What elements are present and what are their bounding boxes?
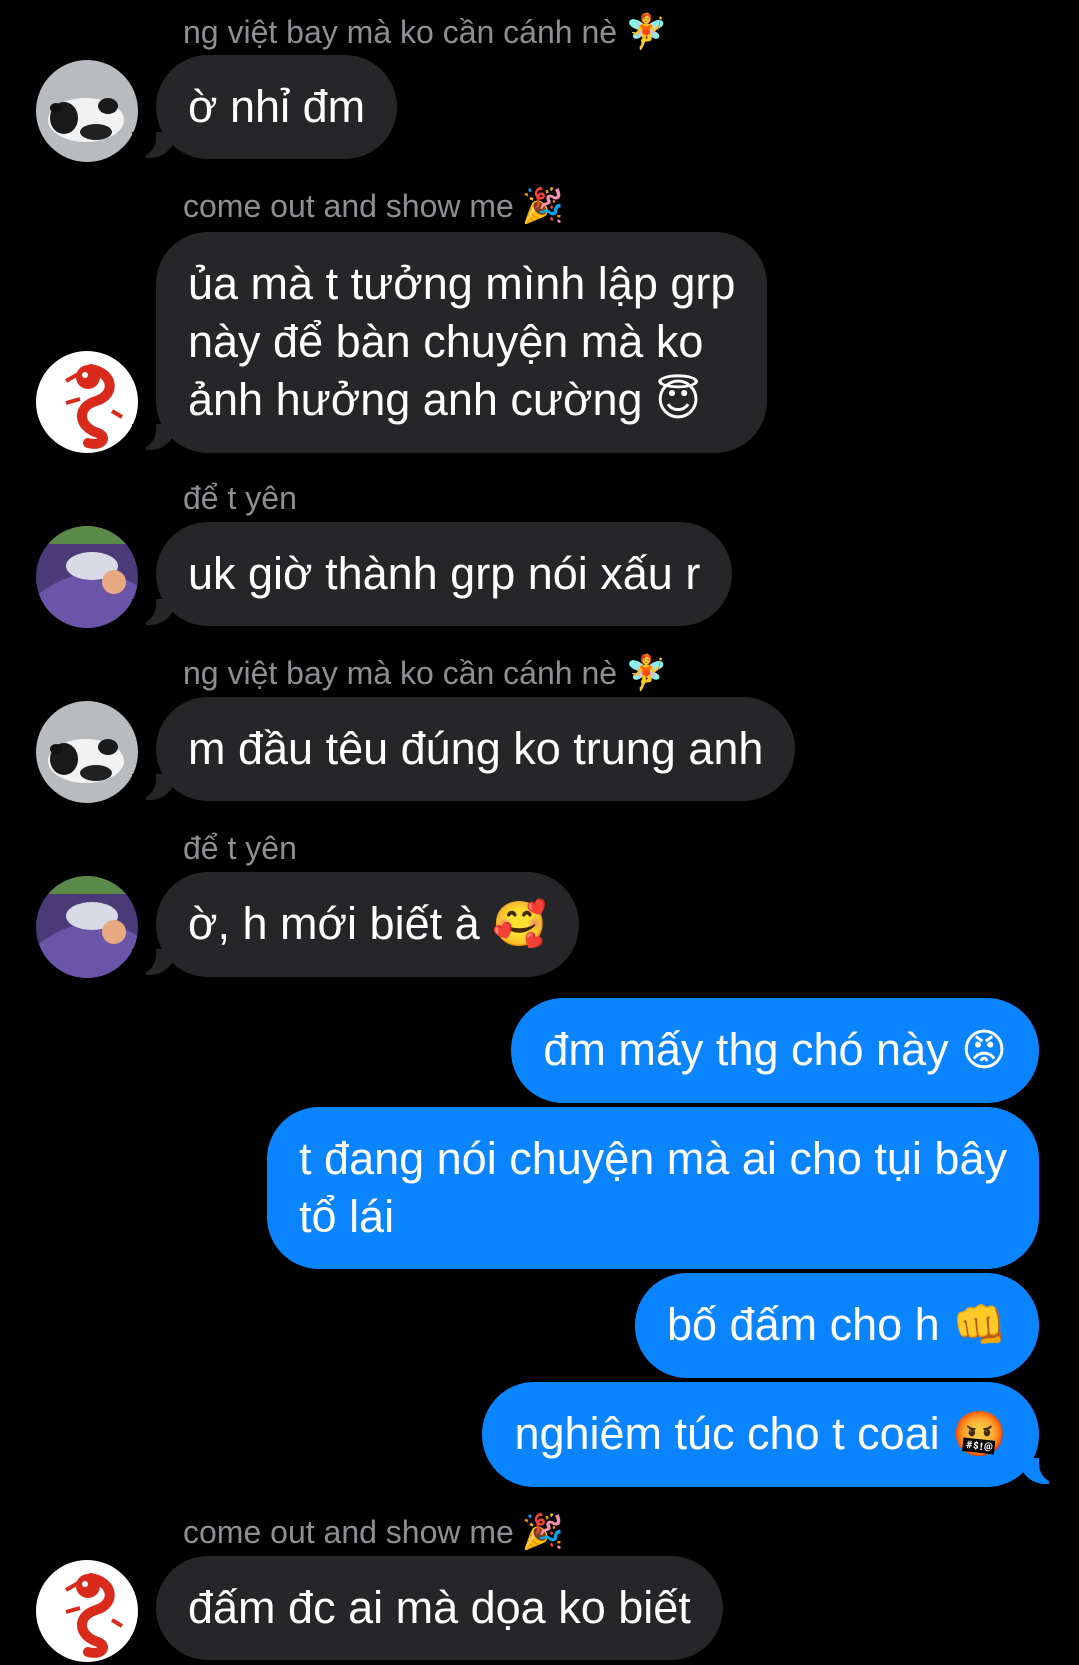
angry-face-icon: 😡 xyxy=(961,1026,1007,1075)
dragon-avatar[interactable] xyxy=(36,351,138,453)
panda-avatar[interactable] xyxy=(36,60,138,162)
sleeping-avatar[interactable] xyxy=(36,526,138,628)
sender-name: ng việt bay mà ko cần cánh nè 🧚 xyxy=(183,654,668,692)
party-popper-icon: 🎉 xyxy=(521,187,565,225)
sender-name: để t yên xyxy=(183,830,297,866)
sender-name: ng việt bay mà ko cần cánh nè 🧚 xyxy=(183,13,668,51)
fairy-icon: 🧚 xyxy=(625,13,668,51)
smiling-hearts-icon: 🥰 xyxy=(492,900,547,949)
message-bubble[interactable]: ủa mà t tưởng mình lập grp này để bàn ch… xyxy=(156,232,768,453)
sleeping-avatar[interactable] xyxy=(36,876,138,978)
sender-name: để t yên xyxy=(183,480,297,516)
fist-icon: 👊 xyxy=(952,1301,1007,1350)
outgoing-message-bubble[interactable]: nghiêm túc cho t coai 🤬 xyxy=(482,1382,1039,1487)
message-bubble[interactable]: m đầu têu đúng ko trung anh xyxy=(156,697,796,801)
party-popper-icon: 🎉 xyxy=(521,1513,565,1551)
dragon-avatar[interactable] xyxy=(36,1560,138,1662)
cursing-face-icon: 🤬 xyxy=(952,1410,1007,1459)
outgoing-message-bubble[interactable]: t đang nói chuyện mà ai cho tụi bây tổ l… xyxy=(267,1107,1039,1269)
message-bubble[interactable]: ờ, h mới biết à 🥰 xyxy=(156,872,579,977)
outgoing-message-bubble[interactable]: bố đấm cho h 👊 xyxy=(635,1273,1039,1378)
message-bubble[interactable]: uk giờ thành grp nói xấu r xyxy=(156,522,733,626)
message-bubble[interactable]: đấm đc ai mà dọa ko biết xyxy=(156,1556,723,1660)
panda-avatar[interactable] xyxy=(36,701,138,803)
sender-name: come out and show me 🎉 xyxy=(183,187,565,225)
fairy-icon: 🧚 xyxy=(625,654,668,692)
smiling-halo-icon: 😇 xyxy=(655,376,701,425)
outgoing-message-bubble[interactable]: đm mấy thg chó này 😡 xyxy=(511,998,1039,1103)
sender-name: come out and show me 🎉 xyxy=(183,1513,565,1551)
message-bubble[interactable]: ờ nhỉ đm xyxy=(156,55,398,159)
